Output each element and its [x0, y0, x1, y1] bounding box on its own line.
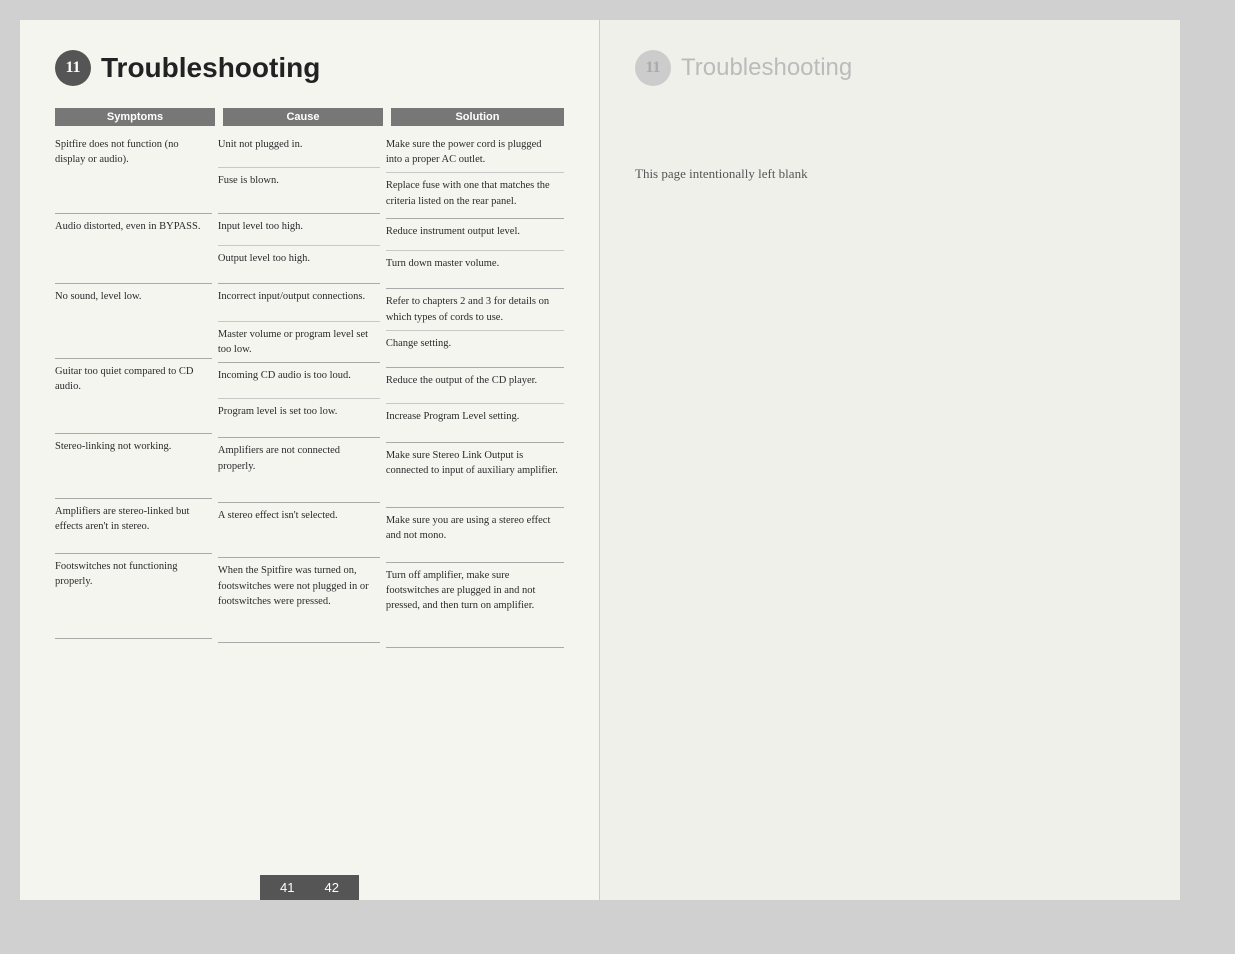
solution-2-2: Turn down master volume. — [386, 251, 564, 289]
solution-5-1: Make sure Stereo Link Output is connecte… — [386, 443, 564, 508]
solution-1-2: Replace fuse with one that matches the c… — [386, 173, 564, 219]
cause-2-1: Input level too high. — [218, 214, 380, 246]
chapter-number-right: 11 — [635, 50, 671, 86]
symptom-5: Stereo-linking not working. — [55, 434, 212, 499]
symptom-3: No sound, level low. — [55, 284, 212, 359]
cause-column: Unit not plugged in. Fuse is blown. Inpu… — [218, 132, 386, 648]
cause-3-2: Master volume or program level set too l… — [218, 322, 380, 363]
symptom-6: Amplifiers are stereo-linked but effects… — [55, 499, 212, 554]
solution-3-2: Change setting. — [386, 331, 564, 368]
solution-column: Make sure the power cord is plugged into… — [386, 132, 564, 648]
solution-1-1: Make sure the power cord is plugged into… — [386, 132, 564, 173]
chapter-title-left: Troubleshooting — [101, 52, 320, 84]
troubleshooting-table: Symptoms Cause Solution Spitfire does no… — [55, 108, 564, 648]
solution-6-1: Make sure you are using a stereo effect … — [386, 508, 564, 563]
col-cause-header: Cause — [223, 108, 391, 126]
symptoms-column: Spitfire does not function (no display o… — [55, 132, 218, 648]
cause-2-2: Output level too high. — [218, 246, 380, 284]
col-solution-header: Solution — [391, 108, 564, 126]
page-number-bar-left: 41 42 — [20, 875, 599, 900]
solution-7-1: Turn off amplifier, make sure footswitch… — [386, 563, 564, 648]
cause-4-1: Incoming CD audio is too loud. — [218, 363, 380, 399]
table-rows: Spitfire does not function (no display o… — [55, 132, 564, 648]
page-number-right: 42 — [325, 880, 339, 895]
chapter-header-right: 11 Troubleshooting — [635, 50, 1145, 86]
book-spread: 11 Troubleshooting Symptoms Cause Soluti… — [20, 20, 1215, 900]
cause-1-2: Fuse is blown. — [218, 168, 380, 214]
col-symptoms-header: Symptoms — [55, 108, 223, 126]
cause-7-1: When the Spitfire was turned on, footswi… — [218, 558, 380, 643]
symptom-2: Audio distorted, even in BYPASS. — [55, 214, 212, 284]
solution-2-1: Reduce instrument output level. — [386, 219, 564, 251]
symptoms-header: Symptoms — [55, 108, 215, 126]
solution-4-2: Increase Program Level setting. — [386, 404, 564, 443]
solution-header: Solution — [391, 108, 564, 126]
table-header: Symptoms Cause Solution — [55, 108, 564, 126]
page-number-box: 41 42 — [260, 875, 359, 900]
cause-6-1: A stereo effect isn't selected. — [218, 503, 380, 558]
page-left: 11 Troubleshooting Symptoms Cause Soluti… — [20, 20, 600, 900]
chapter-header-left: 11 Troubleshooting — [55, 50, 564, 86]
cause-header: Cause — [223, 108, 383, 126]
chapter-number-left: 11 — [55, 50, 91, 86]
symptom-1: Spitfire does not function (no display o… — [55, 132, 212, 214]
solution-3-1: Refer to chapters 2 and 3 for details on… — [386, 289, 564, 330]
cause-3-1: Incorrect input/output connections. — [218, 284, 380, 322]
symptom-4: Guitar too quiet compared to CD audio. — [55, 359, 212, 434]
chapter-title-right: Troubleshooting — [681, 54, 852, 82]
blank-text: This page intentionally left blank — [635, 166, 1145, 182]
page-number-left: 41 — [280, 880, 294, 895]
symptom-7: Footswitches not functioning properly. — [55, 554, 212, 639]
solution-4-1: Reduce the output of the CD player. — [386, 368, 564, 404]
cause-4-2: Program level is set too low. — [218, 399, 380, 438]
page-right: 11 Troubleshooting This page intentional… — [600, 20, 1180, 900]
cause-5-1: Amplifiers are not connected properly. — [218, 438, 380, 503]
cause-1-1: Unit not plugged in. — [218, 132, 380, 168]
